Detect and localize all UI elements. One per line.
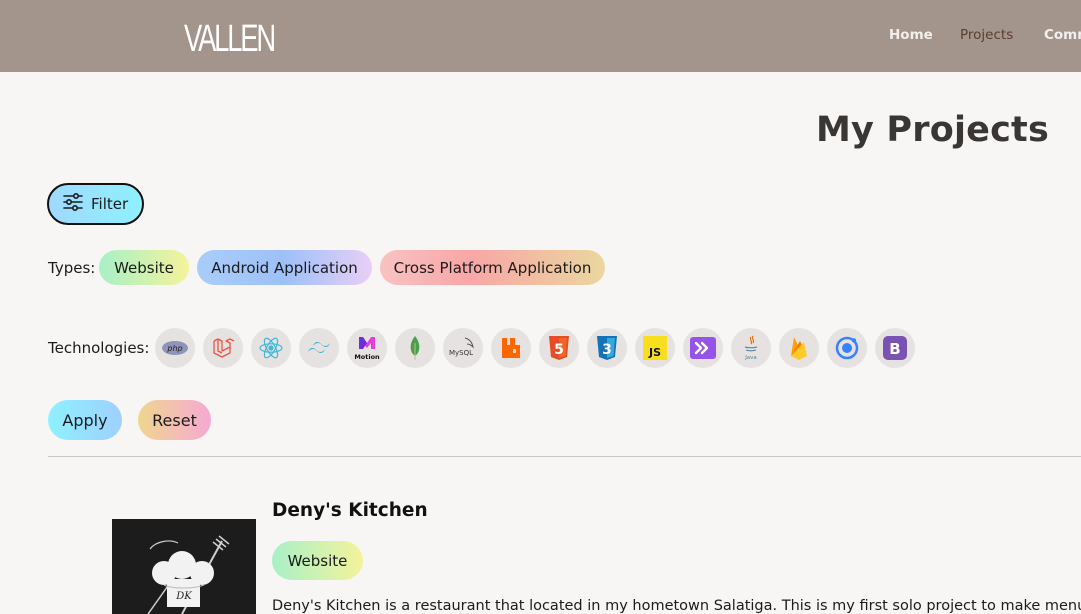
svg-text:Java: Java — [744, 355, 757, 361]
react-icon — [259, 337, 283, 359]
tech-inertia[interactable] — [683, 328, 723, 368]
bootstrap-icon: B — [883, 336, 907, 360]
vallen-logo[interactable]: VALLEN — [184, 18, 276, 54]
reset-button[interactable]: Reset — [138, 400, 211, 440]
php-icon: php — [162, 341, 188, 355]
javascript-icon: JS — [643, 336, 667, 360]
nav-home[interactable]: Home — [889, 27, 933, 43]
svg-text:5: 5 — [554, 342, 564, 358]
type-chip-website[interactable]: Website — [99, 250, 189, 285]
tech-motion[interactable]: Motion — [347, 328, 387, 368]
motion-icon: Motion — [354, 337, 380, 361]
tech-firebase[interactable] — [779, 328, 819, 368]
nav-projects[interactable]: Projects — [960, 27, 1013, 43]
divider — [48, 456, 1081, 457]
type-chip-android-application[interactable]: Android Application — [197, 250, 372, 285]
type-chip-cross-platform-application[interactable]: Cross Platform Application — [380, 250, 605, 285]
technologies-label: Technologies: — [48, 339, 150, 357]
svg-text:JS: JS — [648, 346, 661, 359]
tech-bootstrap[interactable]: B — [875, 328, 915, 368]
tailwind-icon — [308, 342, 330, 353]
filter-button-label: Filter — [91, 195, 129, 213]
css3-icon: 3 — [597, 336, 617, 360]
tech-javascript[interactable]: JS — [635, 328, 675, 368]
inertia-icon — [690, 337, 716, 359]
tech-rabbitmq[interactable] — [491, 328, 531, 368]
apply-button[interactable]: Apply — [48, 400, 122, 440]
mysql-icon: MySQL — [449, 337, 474, 357]
project-type-badge: Website — [272, 541, 363, 580]
nav-community[interactable]: Comm — [1044, 27, 1081, 43]
tech-ionic[interactable] — [827, 328, 867, 368]
chef-hat-logo-icon: DK — [147, 535, 230, 614]
tech-mongodb[interactable] — [395, 328, 435, 368]
types-label: Types: — [48, 259, 96, 277]
tech-mysql[interactable]: MySQL — [443, 328, 483, 368]
firebase-icon — [791, 337, 807, 360]
svg-text:MySQL: MySQL — [449, 349, 473, 357]
tech-tailwind[interactable] — [299, 328, 339, 368]
html5-icon: 5 — [549, 336, 569, 360]
tech-html5[interactable]: 5 — [539, 328, 579, 368]
tech-react[interactable] — [251, 328, 291, 368]
tech-laravel[interactable] — [203, 328, 243, 368]
project-description: Deny's Kitchen is a restaurant that loca… — [272, 598, 1081, 614]
tech-java[interactable]: Java — [731, 328, 771, 368]
svg-text:Motion: Motion — [354, 353, 380, 361]
tech-php[interactable]: php — [155, 328, 195, 368]
tech-css3[interactable]: 3 — [587, 328, 627, 368]
navbar: VALLEN Home Projects Comm — [0, 0, 1081, 72]
project-title[interactable]: Deny's Kitchen — [272, 500, 428, 521]
svg-text:php: php — [166, 344, 182, 353]
svg-text:B: B — [889, 340, 900, 358]
laravel-icon — [213, 338, 235, 358]
svg-text:3: 3 — [602, 342, 612, 358]
rabbitmq-icon — [502, 338, 520, 358]
ionic-icon — [835, 336, 859, 360]
mongodb-icon — [410, 336, 420, 360]
project-thumbnail[interactable]: DK — [112, 519, 256, 614]
logo-text: VALLEN — [184, 18, 274, 54]
page-title: My Projects — [815, 110, 1049, 150]
java-icon: Java — [744, 335, 758, 361]
svg-text:DK: DK — [175, 591, 192, 602]
sliders-icon — [63, 192, 83, 215]
filter-button[interactable]: Filter — [47, 183, 144, 225]
